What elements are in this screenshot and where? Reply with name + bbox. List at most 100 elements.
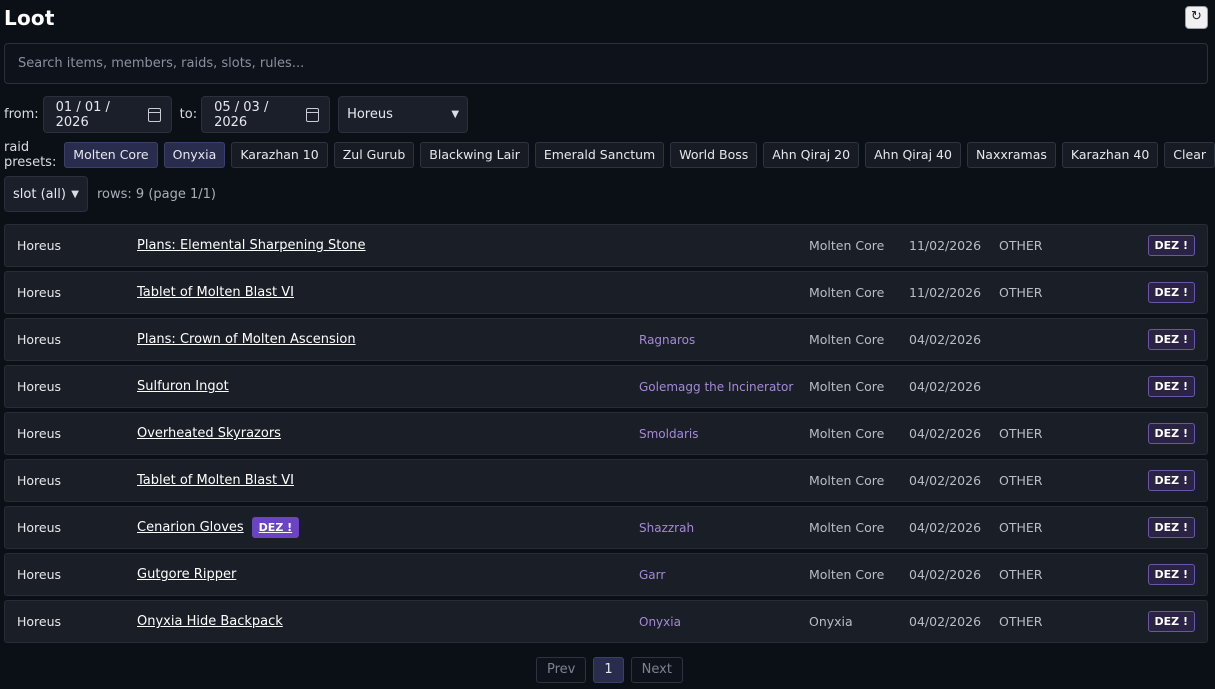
next-page-button[interactable]: Next (630, 657, 683, 683)
preset-chip[interactable]: Karazhan 10 (231, 141, 328, 168)
dez-button[interactable]: DEZ ! (1147, 376, 1195, 397)
preset-chip[interactable]: Molten Core (64, 141, 158, 168)
date-cell-text: 04/02/2026 (909, 332, 982, 347)
raid-cell-text: Molten Core (809, 379, 885, 394)
raid-cell: Molten Core (809, 507, 884, 548)
dez-button[interactable]: DEZ ! (1147, 329, 1195, 350)
item-link[interactable]: Onyxia Hide Backpack (137, 601, 283, 642)
item-link[interactable]: Tablet of Molten Blast VI (137, 272, 294, 313)
boss-cell-text: Shazzrah (639, 520, 695, 535)
raid-cell-text: Molten Core (809, 520, 885, 535)
member-cell: Horeus (17, 460, 61, 501)
note-cell-text: OTHER (999, 473, 1043, 488)
note-cell-text: OTHER (999, 285, 1043, 300)
refresh-button[interactable]: ↻ (1185, 6, 1208, 29)
date-cell: 11/02/2026 (909, 272, 981, 313)
item-link[interactable]: Tablet of Molten Blast VI (137, 460, 294, 501)
note-cell-text: OTHER (999, 567, 1043, 582)
preset-chip[interactable]: Ahn Qiraj 40 (865, 141, 961, 168)
preset-chip[interactable]: Ahn Qiraj 20 (763, 141, 860, 168)
raid-cell-text: Molten Core (809, 473, 885, 488)
item-link[interactable]: Overheated Skyrazors (137, 413, 281, 454)
chevron-down-icon: ▼ (71, 188, 79, 200)
dez-button[interactable]: DEZ ! (1147, 235, 1195, 256)
item-link-text[interactable]: Onyxia Hide Backpack (137, 614, 283, 629)
calendar-icon[interactable] (147, 107, 161, 122)
boss-cell: Ragnaros (639, 319, 695, 360)
preset-chip[interactable]: World Boss (670, 141, 758, 168)
slot-select[interactable]: slot (all) ▼ (4, 176, 88, 212)
member-cell: Horeus (17, 507, 61, 548)
member-cell-text: Horeus (17, 520, 62, 535)
note-cell: OTHER (999, 225, 1042, 266)
item-link-text[interactable]: Cenarion Gloves (137, 520, 244, 535)
pagination: Prev 1 Next (536, 657, 683, 683)
dez-button[interactable]: DEZ ! (1147, 470, 1195, 491)
member-cell: Horeus (17, 366, 61, 407)
item-link[interactable]: Plans: Crown of Molten Ascension (137, 319, 356, 360)
member-select[interactable]: Horeus ▼ (338, 96, 469, 133)
member-cell-text: Horeus (17, 473, 62, 488)
date-cell-text: 11/02/2026 (909, 238, 982, 253)
dez-button[interactable]: DEZ ! (1147, 423, 1195, 444)
search-input[interactable] (4, 43, 1208, 84)
to-label: to: (179, 107, 198, 122)
dez-button[interactable]: DEZ ! (1147, 282, 1195, 303)
boss-cell-text: Onyxia (639, 614, 681, 629)
member-cell-text: Horeus (17, 332, 62, 347)
member-cell-text: Horeus (17, 614, 62, 629)
item-link-text[interactable]: Plans: Elemental Sharpening Stone (137, 238, 366, 253)
preset-chip[interactable]: Karazhan 40 (1061, 141, 1159, 168)
boss-cell: Onyxia (639, 601, 681, 642)
item-link-text[interactable]: Tablet of Molten Blast VI (137, 285, 294, 300)
preset-chip[interactable]: Zul Gurub (333, 141, 415, 168)
dez-badge: DEZ ! (251, 517, 300, 538)
member-cell-text: Horeus (17, 285, 62, 300)
raid-cell: Molten Core (809, 366, 884, 407)
to-date-value: 05 / 03 / 2026 (214, 99, 269, 130)
dez-button[interactable]: DEZ ! (1147, 564, 1195, 585)
item-link-text[interactable]: Tablet of Molten Blast VI (137, 473, 294, 488)
boss-cell: Smoldaris (639, 413, 698, 454)
boss-cell-text: Garr (639, 567, 666, 582)
date-cell-text: 04/02/2026 (909, 473, 982, 488)
from-date-input[interactable]: 01 / 01 / 2026 (42, 96, 172, 133)
page-title: Loot (4, 6, 55, 30)
preset-chip[interactable]: Onyxia (163, 141, 226, 168)
from-date-value: 01 / 01 / 2026 (55, 99, 110, 130)
date-cell: 11/02/2026 (909, 225, 981, 266)
item-link-text[interactable]: Gutgore Ripper (137, 567, 236, 582)
boss-cell: Golemagg the Incinerator (639, 366, 793, 407)
preset-chip[interactable]: Emerald Sanctum (534, 141, 665, 168)
to-date-input[interactable]: 05 / 03 / 2026 (201, 96, 331, 133)
item-link[interactable]: Plans: Elemental Sharpening Stone (137, 225, 366, 266)
raid-cell: Molten Core (809, 319, 884, 360)
table-row: Horeus Gutgore Ripper Garr Molten Core 04/02… (4, 553, 1208, 596)
item-link-text[interactable]: Sulfuron Ingot (137, 379, 229, 394)
preset-chip[interactable]: Clear (1164, 141, 1215, 168)
calendar-icon[interactable] (306, 107, 320, 122)
prev-page-button[interactable]: Prev (536, 657, 587, 683)
item-link[interactable]: Cenarion Gloves DEZ ! (137, 507, 300, 548)
date-cell: 04/02/2026 (909, 319, 981, 360)
raid-cell: Molten Core (809, 460, 884, 501)
note-cell-text: OTHER (999, 614, 1043, 629)
table-row: Horeus Tablet of Molten Blast VI Molten Co… (4, 271, 1208, 314)
boss-cell-text: Smoldaris (639, 426, 699, 441)
date-filters: from: 01 / 01 / 2026 to: 05 / 03 / 2026 … (4, 96, 469, 133)
date-cell: 04/02/2026 (909, 413, 981, 454)
item-link-text[interactable]: Plans: Crown of Molten Ascension (137, 332, 356, 347)
member-cell: Horeus (17, 413, 61, 454)
preset-chip[interactable]: Naxxramas (966, 141, 1056, 168)
raid-cell-text: Molten Core (809, 332, 885, 347)
item-link-text[interactable]: Overheated Skyrazors (137, 426, 281, 441)
item-link[interactable]: Sulfuron Ingot (137, 366, 229, 407)
item-link[interactable]: Gutgore Ripper (137, 554, 236, 595)
dez-button[interactable]: DEZ ! (1147, 611, 1195, 632)
preset-chip[interactable]: Blackwing Lair (420, 141, 529, 168)
member-cell: Horeus (17, 554, 61, 595)
note-cell: OTHER (999, 507, 1042, 548)
dez-button[interactable]: DEZ ! (1147, 517, 1195, 538)
page-1-button[interactable]: 1 (593, 657, 624, 683)
raid-cell-text: Molten Core (809, 238, 885, 253)
